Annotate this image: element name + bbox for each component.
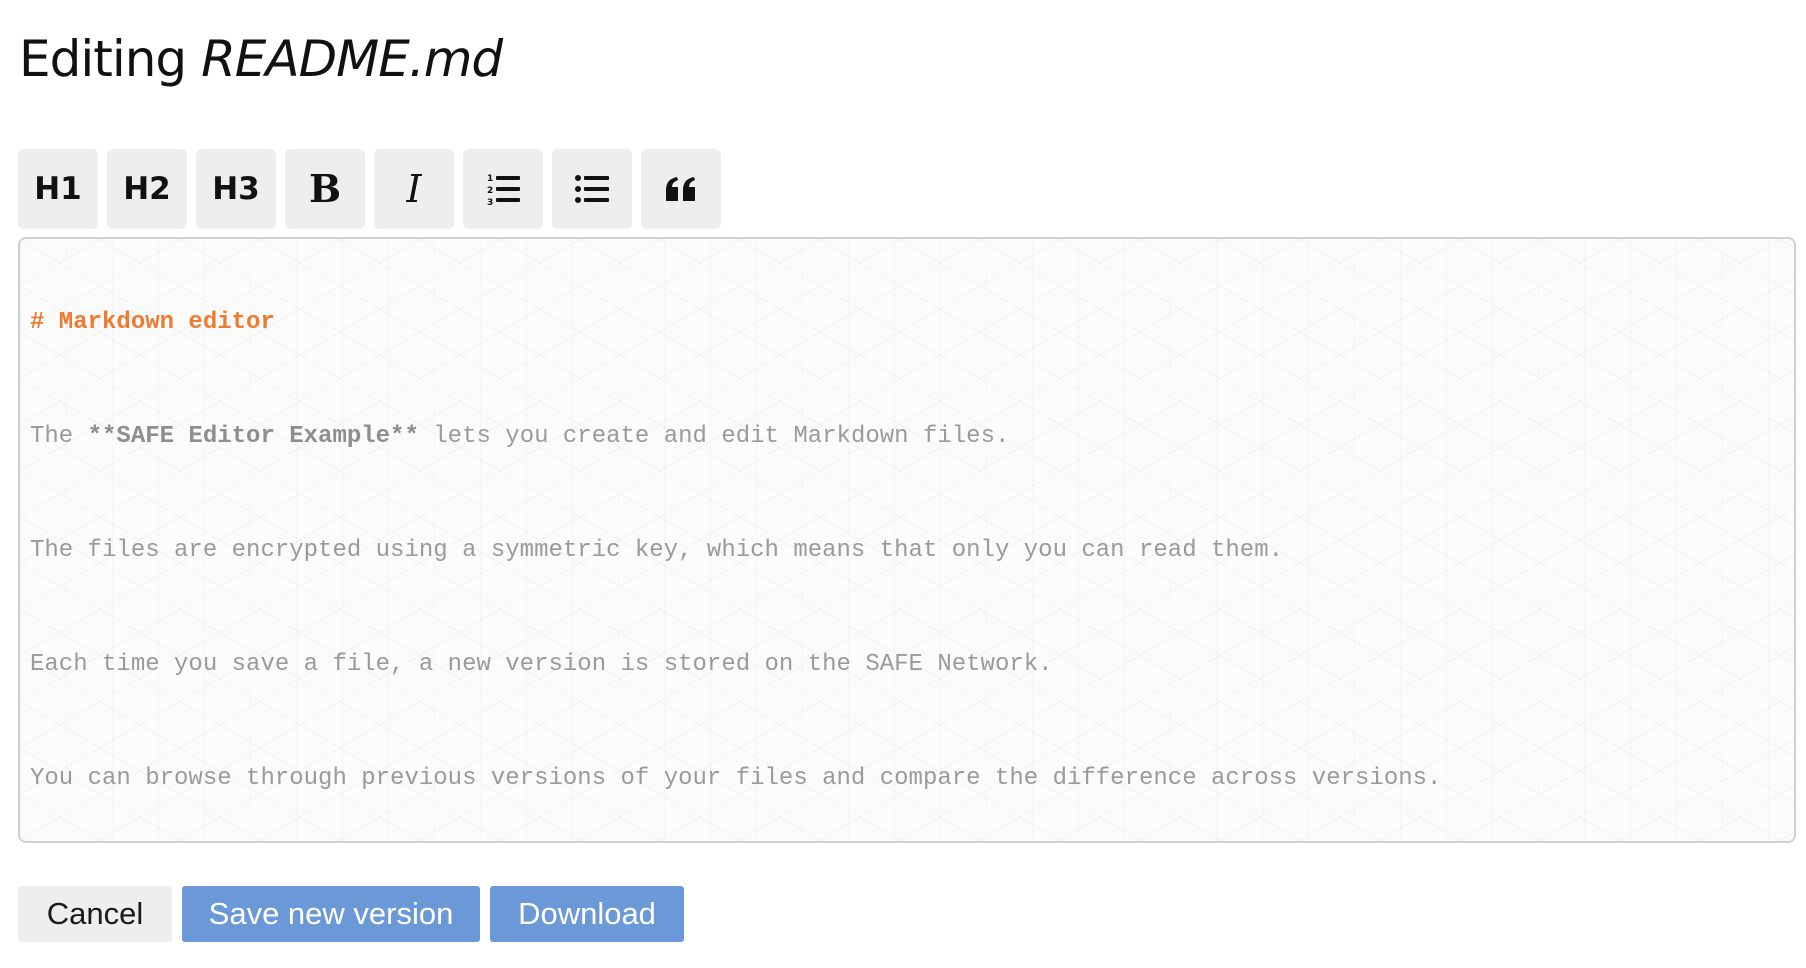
action-bar: Cancel Save new version Download [18,886,684,942]
bullet-list-button[interactable] [552,149,632,229]
svg-text:B: B [309,169,341,209]
editor-text: Each time you save a file, a new version… [30,651,1053,678]
editor-line: The files are encrypted using a symmetri… [30,525,1441,585]
bold-button[interactable]: B [285,149,365,229]
bullet-list-icon [575,175,609,203]
editor-text: lets you create and edit Markdown files. [418,423,1010,450]
italic-button[interactable]: I [374,149,454,229]
editor-text: The [30,423,88,450]
formatting-toolbar: H1 H2 H3 B I 1 2 3 [18,149,721,229]
markdown-bold-text: **SAFE Editor Example** [87,423,419,450]
svg-text:2: 2 [487,186,493,196]
h2-button[interactable]: H2 [107,149,187,229]
editor-line: The **SAFE Editor Example** lets you cre… [30,411,1441,471]
save-new-version-button[interactable]: Save new version [182,886,480,942]
ordered-list-button[interactable]: 1 2 3 [463,149,543,229]
svg-text:I: I [405,169,422,209]
h2-button-label: H2 [123,171,171,207]
page-title-filename: README.md [201,30,503,88]
editor-line: # Markdown editor [30,297,1441,357]
page-title-prefix: Editing [19,30,187,88]
svg-text:1: 1 [487,174,493,184]
quote-button[interactable] [641,149,721,229]
h1-button-label: H1 [34,171,82,207]
editor-text: You can browse through previous versions… [30,765,1442,792]
page-title: Editing README.md [19,24,503,94]
h1-button[interactable]: H1 [18,149,98,229]
cancel-button[interactable]: Cancel [18,886,172,942]
markdown-heading: # Markdown editor [30,309,275,336]
editor-line: You can browse through previous versions… [30,753,1441,813]
editor-line: Each time you save a file, a new version… [30,639,1441,699]
h3-button[interactable]: H3 [196,149,276,229]
quote-icon [666,177,695,201]
editor-content: # Markdown editor The **SAFE Editor Exam… [30,243,1441,841]
download-button[interactable]: Download [490,886,684,942]
editor-text: The files are encrypted using a symmetri… [30,537,1284,564]
markdown-editor[interactable]: # Markdown editor The **SAFE Editor Exam… [18,237,1796,843]
h3-button-label: H3 [212,171,260,207]
bold-icon: B [309,169,341,209]
ordered-list-icon: 1 2 3 [487,174,520,206]
svg-text:3: 3 [487,198,493,206]
italic-icon: I [405,169,422,209]
